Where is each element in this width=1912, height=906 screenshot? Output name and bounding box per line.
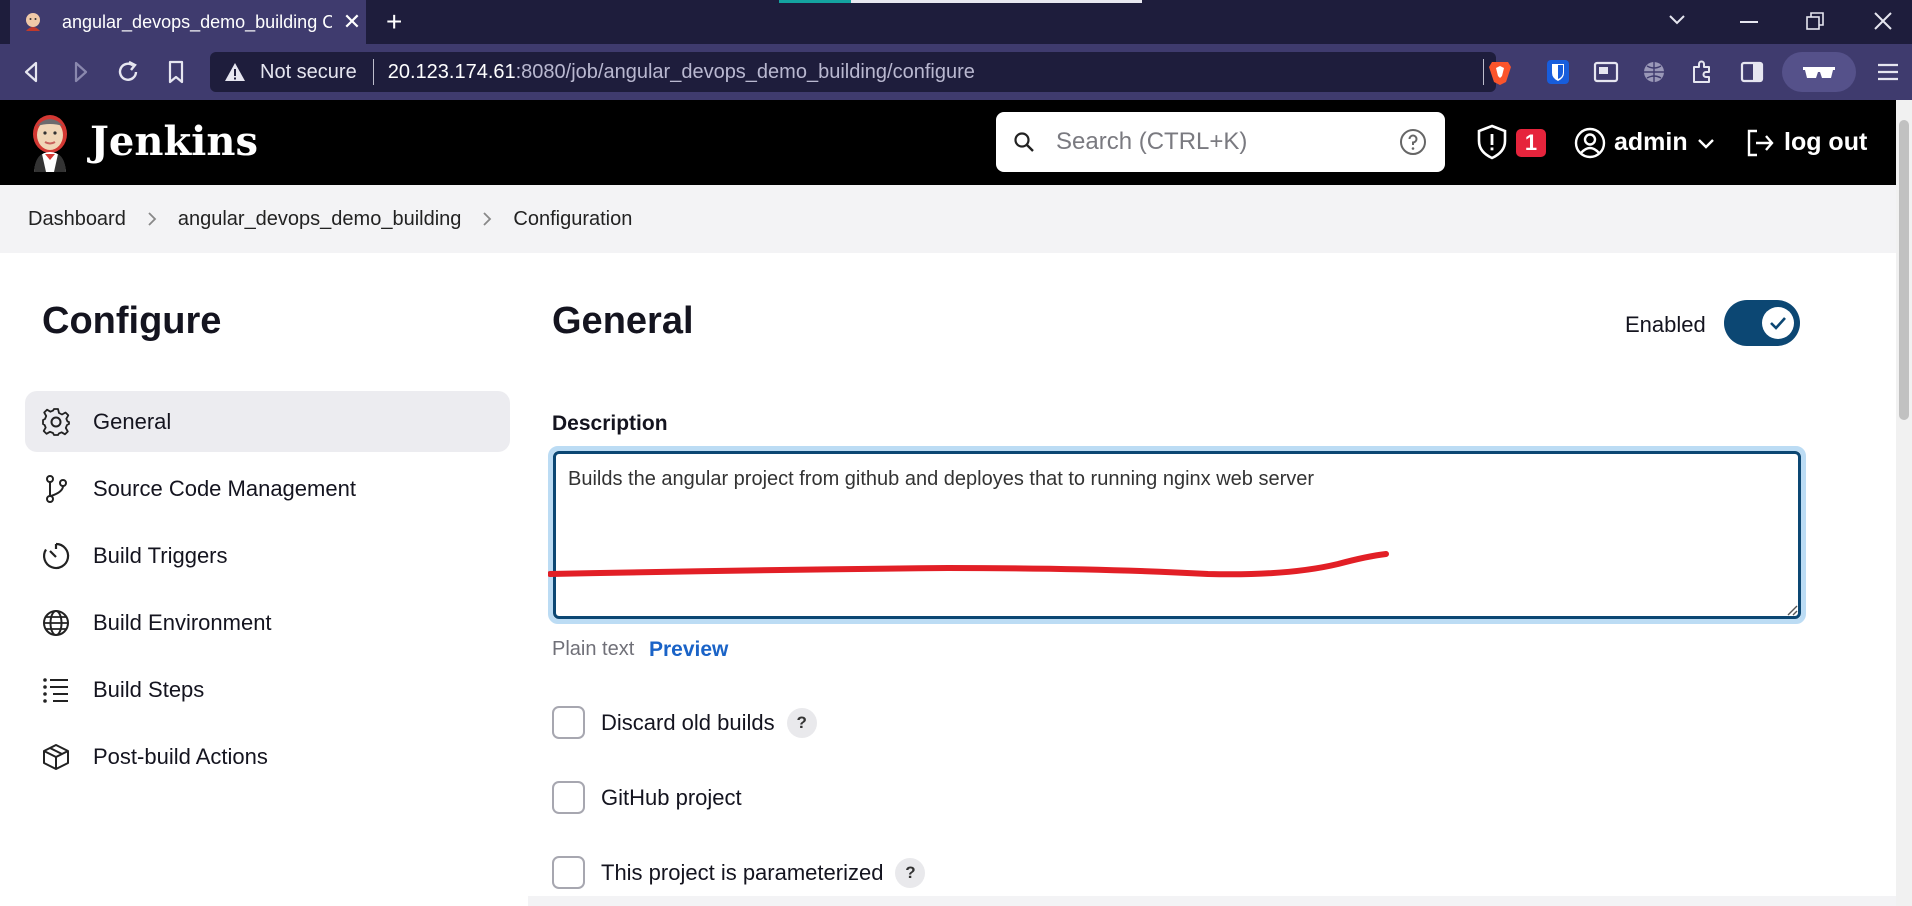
extensions-icon[interactable]	[1688, 58, 1716, 86]
user-menu-name[interactable]: admin	[1614, 128, 1688, 157]
forward-icon[interactable]	[66, 58, 94, 86]
tab-title: angular_devops_demo_building Config	[62, 11, 332, 32]
option-parameterized: This project is parameterized ?	[552, 856, 926, 889]
security-status[interactable]: Not secure	[260, 61, 357, 84]
option-discard-old-builds: Discard old builds ?	[552, 706, 817, 739]
config-sidebar: General Source Code Management Build Tri…	[25, 391, 510, 793]
sidebar-icon[interactable]	[1738, 58, 1766, 86]
jenkins-brand[interactable]: Jenkins	[90, 118, 258, 165]
private-glasses-icon	[1803, 67, 1835, 78]
sidebar-item-label: General	[93, 408, 172, 434]
tab-search-chevron-icon[interactable]	[1668, 14, 1686, 26]
sidebar-item-build-steps[interactable]: Build Steps	[25, 659, 510, 720]
sidebar-item-build-triggers[interactable]: Build Triggers	[25, 525, 510, 586]
breadcrumb-configuration[interactable]: Configuration	[513, 208, 632, 231]
description-label: Description	[552, 412, 668, 435]
plain-text-label: Plain text	[552, 638, 635, 660]
search-icon	[1014, 132, 1034, 152]
parameterized-label[interactable]: This project is parameterized	[601, 860, 883, 886]
description-focus-ring: Builds the angular project from github a…	[548, 446, 1806, 624]
chevron-right-icon	[483, 212, 492, 226]
gear-icon	[42, 407, 70, 436]
github-project-checkbox[interactable]	[552, 781, 585, 814]
jenkins-favicon-icon	[26, 13, 40, 31]
bookmark-icon[interactable]	[162, 58, 190, 86]
logout-link[interactable]: log out	[1784, 128, 1867, 157]
sidebar-item-label: Post-build Actions	[93, 743, 268, 769]
scrollbar-thumb[interactable]	[1899, 120, 1909, 420]
search-help-icon[interactable]	[1399, 128, 1427, 156]
enabled-toggle[interactable]	[1724, 300, 1800, 346]
toggle-knob	[1762, 307, 1794, 339]
parameterized-checkbox[interactable]	[552, 856, 585, 889]
resize-handle-icon[interactable]	[1784, 602, 1798, 616]
enabled-label: Enabled	[1625, 312, 1706, 337]
logout-icon[interactable]	[1744, 127, 1776, 159]
option-github-project: GitHub project	[552, 781, 742, 814]
preview-link[interactable]: Preview	[649, 638, 728, 662]
search-box[interactable]	[996, 112, 1445, 172]
warning-triangle-icon[interactable]	[224, 61, 246, 83]
jenkins-header: Jenkins 1 admin log out	[0, 100, 1896, 185]
parameterized-help-icon[interactable]: ?	[895, 857, 926, 888]
sidebar-item-general[interactable]: General	[25, 391, 510, 452]
timer-icon	[43, 542, 70, 569]
sidebar-item-source-code-management[interactable]: Source Code Management	[25, 458, 510, 519]
security-alert-badge[interactable]: 1	[1516, 129, 1546, 157]
reload-icon[interactable]	[114, 58, 142, 86]
list-icon	[43, 677, 68, 703]
sidebar-item-label: Build Triggers	[93, 542, 228, 568]
sidebar-item-post-build-actions[interactable]: Post-build Actions	[25, 726, 510, 787]
discard-old-builds-help-icon[interactable]: ?	[786, 707, 817, 738]
new-tab-button[interactable]: +	[386, 8, 402, 36]
chevron-right-icon	[148, 212, 157, 226]
url-text[interactable]: 20.123.174.61:8080/job/angular_devops_de…	[388, 61, 975, 84]
sidebar-item-label: Source Code Management	[93, 475, 356, 501]
github-project-label[interactable]: GitHub project	[601, 785, 742, 811]
menu-icon[interactable]	[1874, 58, 1902, 86]
vpn-globe-icon[interactable]	[1640, 58, 1668, 86]
back-icon[interactable]	[18, 58, 46, 86]
browser-tab-bar: angular_devops_demo_building Config ✕ +	[0, 0, 1912, 44]
git-branch-icon	[46, 474, 67, 503]
picture-in-picture-icon[interactable]	[1592, 58, 1620, 86]
jenkins-logo-icon[interactable]	[28, 114, 72, 172]
page-scrollbar[interactable]	[1896, 100, 1912, 906]
browser-tab[interactable]: angular_devops_demo_building Config ✕	[10, 0, 366, 44]
section-title: General	[552, 300, 694, 342]
profile-button[interactable]	[1782, 52, 1856, 92]
check-icon	[1770, 317, 1786, 330]
breadcrumb: Dashboard angular_devops_demo_building C…	[0, 185, 1896, 253]
security-shield-icon[interactable]	[1476, 124, 1508, 160]
omnibox-divider	[372, 59, 374, 85]
breadcrumb-dashboard[interactable]: Dashboard	[28, 208, 126, 231]
discard-old-builds-checkbox[interactable]	[552, 706, 585, 739]
sidebar-item-build-environment[interactable]: Build Environment	[25, 592, 510, 653]
chevron-down-icon[interactable]	[1696, 136, 1716, 152]
omnibox-divider-right	[1483, 59, 1484, 85]
globe-icon	[43, 609, 69, 636]
configure-title: Configure	[42, 300, 222, 342]
next-section-edge	[528, 896, 1896, 906]
discard-old-builds-label[interactable]: Discard old builds	[601, 710, 775, 736]
sidebar-item-label: Build Steps	[93, 676, 205, 702]
brave-shield-icon[interactable]	[1486, 58, 1514, 86]
close-window-icon[interactable]	[1874, 12, 1892, 30]
search-input[interactable]	[1056, 122, 1376, 162]
minimize-icon[interactable]	[1740, 20, 1758, 24]
restore-icon[interactable]	[1806, 12, 1824, 30]
browser-toolbar: Not secure 20.123.174.61:8080/job/angula…	[0, 44, 1912, 100]
page-load-indicator	[779, 0, 1142, 3]
user-avatar-icon[interactable]	[1574, 127, 1606, 159]
tab-close-icon[interactable]: ✕	[340, 9, 364, 35]
description-textarea[interactable]: Builds the angular project from github a…	[553, 451, 1801, 619]
sidebar-item-label: Build Environment	[93, 609, 272, 635]
address-bar[interactable]: Not secure 20.123.174.61:8080/job/angula…	[210, 52, 1496, 92]
breadcrumb-job[interactable]: angular_devops_demo_building	[178, 208, 462, 231]
bitwarden-icon[interactable]	[1544, 58, 1572, 86]
package-icon	[43, 743, 69, 770]
